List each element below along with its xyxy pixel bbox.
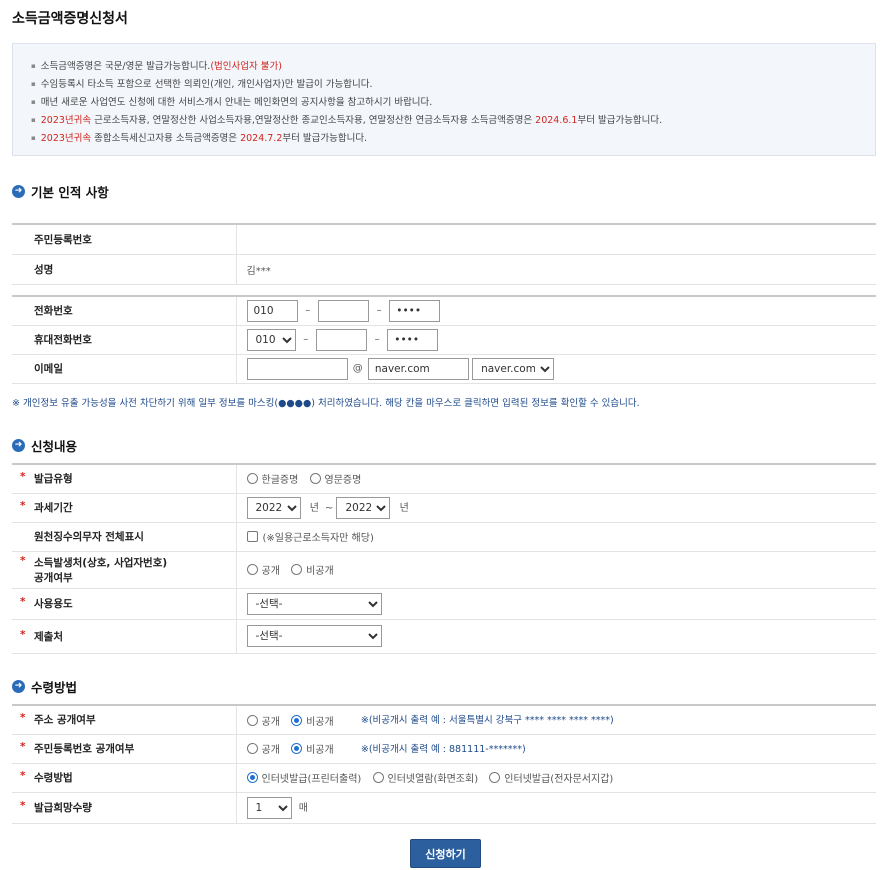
address-hint: ※(비공개시 출력 예 : 서울특별시 강북구 **** **** **** *… [360,715,614,726]
section-title-receive: ➜ 수령방법 [12,677,77,696]
disclosure-label: * 소득발생처(상호, 사업자번호) 공개여부 [12,551,237,589]
mobile-label: 휴대전화번호 [12,325,237,355]
name-value: 김*** [236,254,876,285]
radio-address-nondisclose[interactable]: 비공개 [291,713,334,728]
dash: – [376,305,382,317]
radio-rrn-nondisclose[interactable]: 비공개 [291,741,334,756]
receive-table: * 주소 공개여부 공개 비공개 ※(비공개시 출력 예 : 서울특별시 강북구 … [12,704,876,824]
radio-disclose[interactable]: 공개 [246,562,280,577]
submit-to-select[interactable]: -선택- [246,625,382,647]
phone-row: 전화번호 – – [12,296,876,326]
issue-type-label: * 발급유형 [12,464,237,494]
mobile-field-3[interactable] [387,328,439,351]
radio-method-wallet[interactable]: 인터넷발급(전자문서지갑) [489,770,613,785]
mobile-field-2[interactable] [315,328,367,351]
radio-method-print[interactable]: 인터넷발급(프린터출력) [246,770,361,785]
notice-line: 매년 새로운 사업연도 신청에 대한 서비스개시 안내는 메인화면의 공지사항을… [31,94,875,112]
period-label: * 과세기간 [12,493,237,523]
notice-box: 소득금액증명은 국문/영문 발급가능합니다.(법인사업자 불가) 수임등록시 타… [12,43,876,156]
dash: – [303,334,309,345]
submit-button[interactable]: 신청하기 [410,839,481,868]
rrn-value [236,223,876,255]
address-label: * 주소 공개여부 [12,705,237,735]
arrow-right-icon: ➜ [12,439,25,452]
method-label: * 수령방법 [12,763,237,793]
withholding-checkbox[interactable]: (※일용근로소득자만 해당) [246,529,374,544]
phone-label: 전화번호 [12,296,237,326]
radio-korean[interactable]: 한글증명 [246,471,298,486]
email-domain-field[interactable] [367,357,469,380]
purpose-label: * 사용용도 [12,588,237,620]
dash: – [305,305,311,317]
contact-table: 전화번호 – – 휴대전화번호 010 – – 이메일 @ naver.com [12,295,876,384]
period-row: * 과세기간 2022 년 ~ 2022 년 [12,493,876,523]
page-title: 소득금액증명신청서 [12,11,128,27]
issue-type-row: * 발급유형 한글증명 영문증명 [12,464,876,494]
notice-line: 2023년귀속 근로소득자용, 연말정산한 사업소득자용,연말정산한 종교인소득… [31,112,875,130]
copies-label: * 발급희망수량 [12,792,237,824]
submit-to-row: * 제출처 -선택- [12,619,876,654]
radio-address-disclose[interactable]: 공개 [246,713,280,728]
phone-field-2[interactable] [317,299,369,322]
mask-note: ※ 개인정보 유출 가능성을 사전 차단하기 위해 일부 정보를 마스킹(●●●… [12,398,640,409]
arrow-right-icon: ➜ [12,185,25,198]
name-row: 성명 김*** [12,254,876,285]
rrn-disclose-hint: ※(비공개시 출력 예 : 881111-*******) [360,743,526,755]
email-id-field[interactable] [246,357,348,380]
arrow-right-icon: ➜ [12,680,25,693]
phone-field-3[interactable] [389,299,441,322]
email-label: 이메일 [12,354,237,384]
method-row: * 수령방법 인터넷발급(프린터출력) 인터넷열람(화면조회) 인터넷발급(전자문… [12,763,876,793]
at-sign: @ [352,363,363,374]
dash: – [374,334,380,345]
section-title-basic: ➜ 기본 인적 사항 [12,182,109,201]
purpose-row: * 사용용도 -선택- [12,588,876,620]
disclosure-row: * 소득발생처(상호, 사업자번호) 공개여부 공개 비공개 [12,551,876,589]
mobile-prefix-select[interactable]: 010 [246,328,296,351]
email-domain-select[interactable]: naver.com [472,357,555,380]
copies-select[interactable]: 1 [246,796,292,819]
submit-to-label: * 제출처 [12,619,237,654]
notice-line: 수임등록시 타소득 포함으로 선택한 의뢰인(개인, 개인사업자)만 발급이 가… [31,76,875,94]
rrn-disclose-row: * 주민등록번호 공개여부 공개 비공개 ※(비공개시 출력 예 : 881111… [12,734,876,764]
request-table: * 발급유형 한글증명 영문증명 * 과세기간 2022 년 ~ 2022 년 원천징… [12,463,876,654]
period-from-select[interactable]: 2022 [246,496,301,519]
email-row: 이메일 @ naver.com [12,354,876,384]
rrn-row: 주민등록번호 [12,223,876,255]
mobile-row: 휴대전화번호 010 – – [12,325,876,355]
notice-line: 소득금액증명은 국문/영문 발급가능합니다.(법인사업자 불가) [31,58,875,76]
basic-info-table: 주민등록번호 성명 김*** [12,223,876,285]
radio-nondisclose[interactable]: 비공개 [291,562,334,577]
name-label: 성명 [12,254,237,285]
rrn-disclose-label: * 주민등록번호 공개여부 [12,734,237,764]
withholding-row: 원천징수의무자 전체표시 (※일용근로소득자만 해당) [12,522,876,552]
rrn-label: 주민등록번호 [12,223,237,255]
notice-line: 2023년귀속 종합소득세신고자용 소득금액증명은 2024.7.2부터 발급가… [31,130,875,148]
section-title-request: ➜ 신청내용 [12,436,77,455]
withholding-label: 원천징수의무자 전체표시 [12,522,237,552]
period-to-select[interactable]: 2022 [336,496,391,519]
radio-english[interactable]: 영문증명 [309,471,361,486]
radio-method-view[interactable]: 인터넷열람(화면조회) [372,770,478,785]
phone-field-1[interactable] [246,299,298,322]
address-row: * 주소 공개여부 공개 비공개 ※(비공개시 출력 예 : 서울특별시 강북구 … [12,705,876,735]
copies-row: * 발급희망수량 1 매 [12,792,876,824]
purpose-select[interactable]: -선택- [246,592,382,615]
radio-rrn-disclose[interactable]: 공개 [246,741,280,756]
